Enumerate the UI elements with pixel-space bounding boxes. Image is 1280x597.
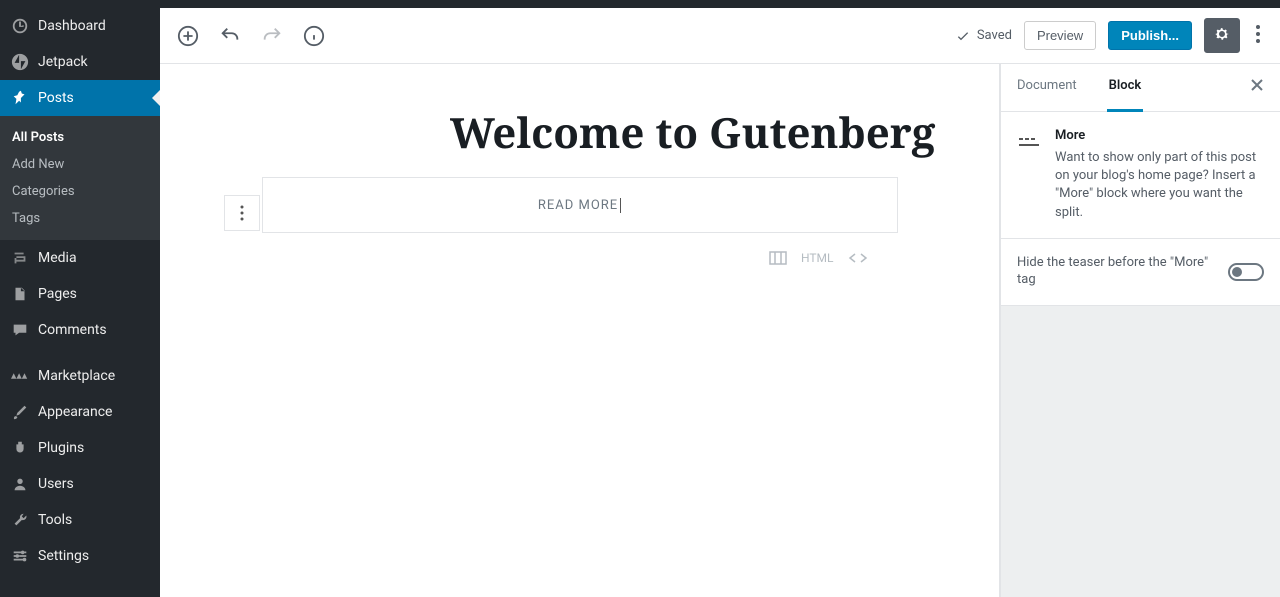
sidebar-label: Marketplace [38,368,115,384]
sidebar-label: Dashboard [38,18,106,34]
sidebar-item-pages[interactable]: Pages [0,276,160,312]
settings-sidebar: Document Block More Want to show only pa… [1000,64,1280,597]
block-options-button[interactable] [224,195,260,231]
pin-icon [10,88,30,108]
close-settings-button[interactable] [1234,64,1280,111]
more-block-icon [1017,128,1041,222]
code-icon [848,251,868,265]
sidebar-label: Settings [38,548,89,564]
block-description: Want to show only part of this post on y… [1055,149,1264,222]
columns-button[interactable] [769,251,787,265]
editor-toolbar: Saved Preview Publish... [160,8,1280,64]
sidebar-label: Tools [38,512,72,528]
brush-icon [10,402,30,422]
info-button[interactable] [302,24,326,48]
sidebar-item-settings[interactable]: Settings [0,538,160,574]
dots-vertical-icon [240,205,244,221]
saved-label: Saved [977,28,1012,43]
html-button[interactable]: HTML [801,251,834,265]
marketplace-icon [10,366,30,386]
more-block-text: READ MORE [538,198,621,213]
sidebar-item-plugins[interactable]: Plugins [0,430,160,466]
redo-button[interactable] [260,24,284,48]
hide-teaser-row: Hide the teaser before the "More" tag [1017,255,1264,289]
sidebar-item-posts[interactable]: Posts [0,80,160,116]
submenu-add-new[interactable]: Add New [0,151,160,178]
submenu-categories[interactable]: Categories [0,178,160,205]
comment-icon [10,320,30,340]
sidebar-item-media[interactable]: Media [0,240,160,276]
sidebar-label: Jetpack [38,54,88,70]
plug-icon [10,438,30,458]
sidebar-label: Plugins [38,440,84,456]
dashboard-icon [10,16,30,36]
settings-slider-icon [10,546,30,566]
check-icon [955,28,971,44]
saved-indicator: Saved [955,28,1012,44]
sidebar-item-users[interactable]: Users [0,466,160,502]
sidebar-item-appearance[interactable]: Appearance [0,394,160,430]
add-block-button[interactable] [176,24,200,48]
sidebar-item-dashboard[interactable]: Dashboard [0,8,160,44]
block-bottom-toolbar: HTML [262,251,898,265]
gear-icon [1213,25,1231,43]
columns-icon [769,251,787,265]
undo-button[interactable] [218,24,242,48]
preview-button[interactable]: Preview [1024,21,1096,50]
media-icon [10,248,30,268]
block-name: More [1055,128,1264,143]
jetpack-icon [10,52,30,72]
hide-teaser-toggle[interactable] [1228,263,1264,281]
code-button[interactable] [848,251,868,265]
sidebar-label: Appearance [38,404,112,420]
sidebar-item-jetpack[interactable]: Jetpack [0,44,160,80]
submenu-tags[interactable]: Tags [0,205,160,232]
sidebar-label: Media [38,250,77,266]
editor-canvas[interactable]: Welcome to Gutenberg READ MORE HTML [160,64,1000,597]
sidebar-label: Users [38,476,74,492]
more-menu-button[interactable] [1252,21,1264,51]
sidebar-label: Posts [38,90,74,106]
dots-vertical-icon [1256,25,1260,43]
publish-button[interactable]: Publish... [1108,21,1192,50]
sidebar-label: Comments [38,322,107,338]
admin-sidebar: Dashboard Jetpack Posts All Posts Add Ne… [0,8,160,597]
editor: Saved Preview Publish... Welcome to Gute… [160,8,1280,597]
sidebar-label: Pages [38,286,77,302]
settings-button[interactable] [1204,18,1240,53]
user-icon [10,474,30,494]
posts-submenu: All Posts Add New Categories Tags [0,116,160,240]
more-block[interactable]: READ MORE [262,177,898,233]
wrench-icon [10,510,30,530]
sidebar-item-marketplace[interactable]: Marketplace [0,358,160,394]
tab-block[interactable]: Block [1093,64,1158,111]
page-icon [10,284,30,304]
hide-teaser-label: Hide the teaser before the "More" tag [1017,255,1218,289]
sidebar-item-tools[interactable]: Tools [0,502,160,538]
submenu-all-posts[interactable]: All Posts [0,124,160,151]
post-title[interactable]: Welcome to Gutenberg [450,104,999,161]
block-info: More Want to show only part of this post… [1017,128,1264,222]
close-icon [1250,78,1264,92]
settings-tabs: Document Block [1001,64,1280,112]
sidebar-item-comments[interactable]: Comments [0,312,160,348]
tab-document[interactable]: Document [1001,64,1093,111]
